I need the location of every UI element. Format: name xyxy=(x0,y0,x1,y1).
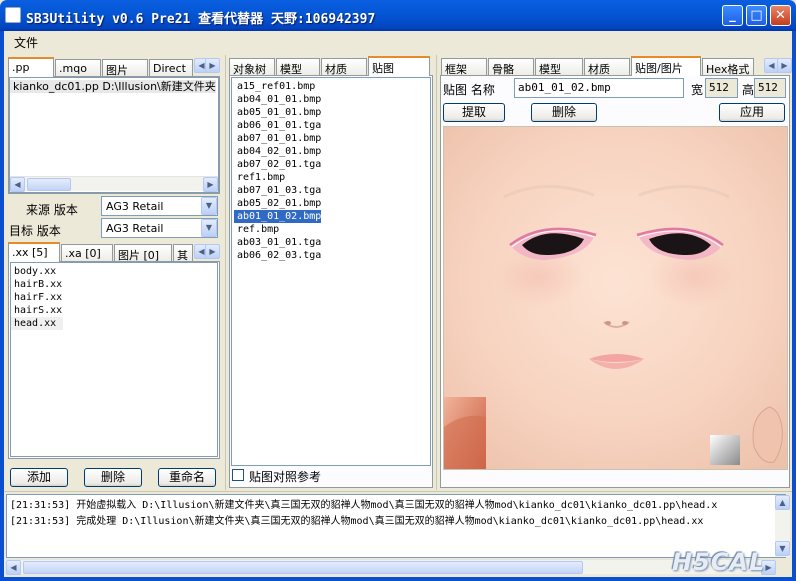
scroll-thumb[interactable] xyxy=(23,561,583,574)
list-item[interactable]: ab01_01_02.bmp xyxy=(234,210,322,223)
texture-preview xyxy=(443,126,788,470)
source-version-label: 来源 版本 xyxy=(26,203,78,217)
chevron-down-icon[interactable]: ▼ xyxy=(201,219,217,237)
list-item[interactable]: body.xx xyxy=(11,265,217,278)
width-field: 512 xyxy=(705,78,738,98)
list-item[interactable]: ab04_01_01.bmp xyxy=(234,93,321,106)
menu-file[interactable]: 文件 xyxy=(14,34,38,51)
scroll-thumb[interactable] xyxy=(27,178,71,191)
scroll-left-icon[interactable]: ◀ xyxy=(10,177,25,192)
log-panel: [21:31:53] 开始虚拟载入 D:\Illusion\新建文件夹\真三国无… xyxy=(6,494,786,558)
texture-name-field[interactable]: ab01_01_02.bmp xyxy=(514,78,684,98)
tab-scroll-right-icon[interactable]: ▶ xyxy=(205,244,220,259)
minimize-icon[interactable]: _ xyxy=(722,5,743,26)
add-button[interactable]: 添加 xyxy=(10,468,68,487)
scroll-up-icon[interactable]: ▲ xyxy=(775,495,790,510)
list-item[interactable]: ab07_02_01.tga xyxy=(234,158,321,171)
tab-model[interactable]: 模型 xyxy=(535,58,583,76)
window-frame-left xyxy=(0,31,4,581)
list-item[interactable]: ref1.bmp xyxy=(234,171,285,184)
apply-button[interactable]: 应用 xyxy=(719,103,785,122)
list-item[interactable]: a15_ref01.bmp xyxy=(234,80,315,93)
height-label: 高 xyxy=(742,83,755,97)
tab-direct[interactable]: Direct xyxy=(149,59,193,77)
pp-list-hscroll[interactable]: ◀ ▶ xyxy=(10,176,218,192)
window-title: SB3Utility v0.6 Pre21 查看代替器 天野:106942397 xyxy=(26,12,376,27)
list-item[interactable]: ab06_01_01.tga xyxy=(234,119,321,132)
window-frame-bottom xyxy=(0,577,796,581)
list-item[interactable]: head.xx xyxy=(11,317,63,330)
tab-scroll-right-icon[interactable]: ▶ xyxy=(205,58,220,73)
list-item[interactable]: ab07_01_03.tga xyxy=(234,184,321,197)
extract-button[interactable]: 提取 xyxy=(443,103,505,122)
tab-images-count[interactable]: 图片 [0] xyxy=(114,244,172,262)
window-frame-right xyxy=(792,31,796,581)
log-line: [21:31:53] 开始虚拟载入 D:\Illusion\新建文件夹\真三国无… xyxy=(10,500,718,511)
tab-material[interactable]: 材质 xyxy=(321,58,367,76)
list-item[interactable]: kianko_dc01.pp D:\Illusion\新建文件夹\ xyxy=(10,80,216,93)
list-item[interactable]: ab04_02_01.bmp xyxy=(234,145,321,158)
list-item[interactable]: ab05_02_01.bmp xyxy=(234,197,321,210)
tab-material-right[interactable]: 材质 xyxy=(584,58,630,76)
rename-button[interactable]: 重命名 xyxy=(158,468,216,487)
splitter[interactable] xyxy=(4,491,792,492)
tab-frame[interactable]: 框架 xyxy=(441,58,487,76)
tab-bone[interactable]: 骨骼 xyxy=(488,58,534,76)
watermark-logo: H5CAL xyxy=(672,548,766,576)
list-item[interactable]: ab07_01_01.bmp xyxy=(234,132,321,145)
delete-button[interactable]: 删除 xyxy=(84,468,142,487)
delete-texture-button[interactable]: 删除 xyxy=(531,103,597,122)
list-item[interactable]: ab03_01_01.tga xyxy=(234,236,321,249)
close-icon[interactable]: ✕ xyxy=(770,5,791,26)
scroll-right-icon[interactable]: ▶ xyxy=(203,177,218,192)
tab-xa[interactable]: .xa [0] xyxy=(61,244,113,262)
log-hscroll[interactable]: ◀ ▶ xyxy=(6,559,776,575)
xx-file-list[interactable]: body.xx hairB.xx hairF.xx hairS.xx head.… xyxy=(10,262,218,457)
list-item[interactable]: ab05_01_01.bmp xyxy=(234,106,321,119)
maximize-icon[interactable]: □ xyxy=(746,5,767,26)
width-label: 宽 xyxy=(691,83,704,97)
list-item[interactable]: hairF.xx xyxy=(11,291,217,304)
app-icon xyxy=(5,7,21,23)
tab-object-tree[interactable]: 对象树 xyxy=(229,58,275,76)
tab-other[interactable]: 其 xyxy=(173,244,193,262)
scroll-left-icon[interactable]: ◀ xyxy=(6,560,21,575)
list-item[interactable]: hairS.xx xyxy=(11,304,217,317)
texture-name-label: 贴图 名称 xyxy=(443,83,495,97)
tab-images[interactable]: 图片 xyxy=(102,59,148,77)
list-item[interactable]: hairB.xx xyxy=(11,278,217,291)
list-item[interactable]: ref.bmp xyxy=(234,223,279,236)
log-line: [21:31:53] 完成处理 D:\Illusion\新建文件夹\真三国无双的… xyxy=(10,516,704,527)
tab-scroll-right-icon[interactable]: ▶ xyxy=(777,58,792,73)
splitter[interactable] xyxy=(436,55,437,490)
texture-compare-label: 贴图对照参考 xyxy=(249,470,322,484)
tab-mesh[interactable]: 模型 xyxy=(276,58,320,76)
target-version-label: 目标 版本 xyxy=(9,224,61,238)
tab-mqo[interactable]: .mqo xyxy=(55,59,101,77)
tab-texture[interactable]: 贴图 xyxy=(368,56,430,76)
chevron-down-icon[interactable]: ▼ xyxy=(201,197,217,215)
texture-compare-checkbox[interactable] xyxy=(232,469,244,481)
list-item[interactable]: ab06_02_03.tga xyxy=(234,249,321,262)
scroll-down-icon[interactable]: ▼ xyxy=(775,541,790,556)
splitter[interactable] xyxy=(225,55,226,490)
log-vscroll[interactable]: ▲ ▼ xyxy=(775,495,790,557)
texture-list[interactable]: a15_ref01.bmp ab04_01_01.bmp ab05_01_01.bm… xyxy=(231,77,431,466)
tab-xx[interactable]: .xx [5] xyxy=(8,242,60,262)
height-field: 512 xyxy=(754,78,786,98)
tab-texture-image[interactable]: 贴图/图片 xyxy=(631,56,701,76)
menu-bar xyxy=(4,31,792,53)
tab-hex[interactable]: Hex格式 xyxy=(702,58,754,76)
tab-pp[interactable]: .pp xyxy=(8,57,54,77)
